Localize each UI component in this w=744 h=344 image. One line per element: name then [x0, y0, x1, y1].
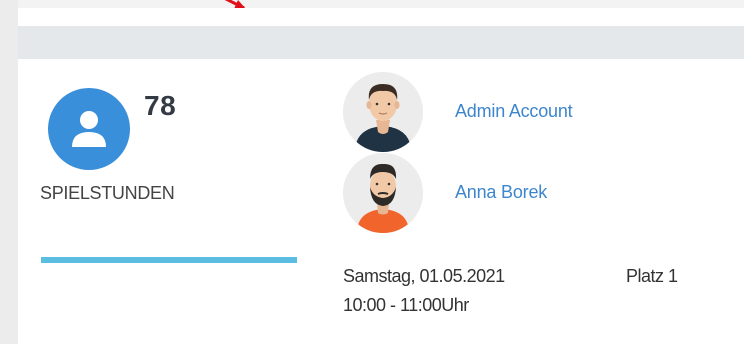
player-name-link[interactable]: Anna Borek [455, 182, 547, 203]
play-hours-progress [41, 257, 297, 263]
booking-court: Platz 1 [626, 266, 678, 286]
play-hours-label: SPIELSTUNDEN [40, 183, 175, 203]
avatar[interactable] [343, 72, 423, 152]
booking-date: Samstag, 01.05.2021 [343, 266, 505, 286]
booking-time: 10:00 - 11:00Uhr [343, 295, 469, 315]
player-row: Anna Borek [343, 153, 643, 233]
avatar[interactable] [343, 153, 423, 233]
user-icon [48, 88, 130, 170]
progress-fill [41, 257, 297, 263]
male-avatar-beard-orange-shirt-icon [343, 153, 423, 233]
male-avatar-dark-shirt-icon [343, 72, 423, 152]
player-name-link[interactable]: Admin Account [455, 101, 573, 122]
play-hours-value: 78 [144, 90, 177, 121]
booking-card: 78 SPIELSTUNDEN Admin Account Anna Borek… [18, 8, 744, 344]
card-header [18, 26, 744, 59]
player-row: Admin Account [343, 72, 643, 152]
top-strip [18, 0, 744, 8]
